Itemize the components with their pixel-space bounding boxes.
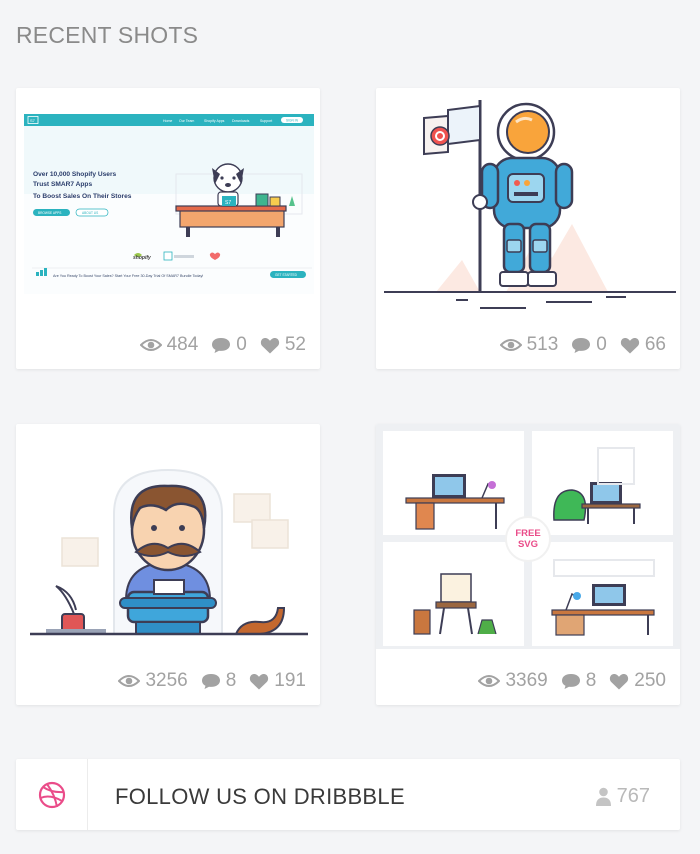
shot-stats: 513 0 66 xyxy=(487,333,666,357)
shot-card[interactable]: 513 0 66 xyxy=(376,88,680,369)
badge-line: SVG xyxy=(518,539,538,550)
user-icon xyxy=(595,787,611,806)
dribbble-icon xyxy=(38,781,65,808)
shot-stats: 484 0 52 xyxy=(127,333,306,357)
views-count: 3256 xyxy=(145,670,188,691)
comment-icon xyxy=(561,673,580,689)
comments-stat: 8 xyxy=(201,670,237,692)
preview-headline: Trust SMAR7 Apps xyxy=(33,181,92,188)
dog-badge: S7 xyxy=(225,200,231,206)
preview-nav-item: Shopify Apps xyxy=(204,119,225,123)
comments-count: 8 xyxy=(585,670,597,691)
comments-stat: 8 xyxy=(561,670,597,692)
comments-count: 8 xyxy=(225,670,237,691)
shot-thumbnail[interactable] xyxy=(16,424,320,649)
preview-get-started: GET STARTED xyxy=(275,273,298,277)
eye-icon xyxy=(478,675,501,687)
shot-thumbnail[interactable] xyxy=(376,88,680,313)
views-stat: 513 xyxy=(499,334,559,356)
eye-icon xyxy=(499,339,522,351)
views-count: 513 xyxy=(526,334,559,355)
follow-dribbble-bar[interactable]: FOLLOW US ON DRIBBBLE 767 xyxy=(16,759,680,830)
follow-icon-box xyxy=(16,759,88,830)
shot-card[interactable]: 3256 8 191 xyxy=(16,424,320,705)
preview-signin: SIGN IN xyxy=(286,119,299,123)
heart-icon xyxy=(620,337,639,353)
astronaut-illustration xyxy=(384,100,676,309)
likes-stat: 191 xyxy=(249,670,306,692)
comments-stat: 0 xyxy=(211,334,247,356)
comments-count: 0 xyxy=(596,334,607,355)
follower-count-value: 767 xyxy=(616,785,650,807)
comment-icon xyxy=(572,337,591,353)
views-stat: 484 xyxy=(139,334,199,356)
likes-stat: 52 xyxy=(260,334,306,356)
follower-count: 767 xyxy=(595,785,650,808)
preview-nav-item: Our Team xyxy=(179,119,194,123)
heart-icon xyxy=(250,673,269,689)
views-count: 3369 xyxy=(505,670,548,691)
preview-shopify-logo: shopify xyxy=(133,255,151,261)
comment-icon xyxy=(201,673,220,689)
writer-illustration xyxy=(30,468,308,636)
heart-icon xyxy=(610,673,629,689)
badge-line: FREE xyxy=(515,528,540,539)
preview-nav-item: Support xyxy=(260,119,272,123)
likes-stat: 66 xyxy=(620,334,666,356)
shot-card[interactable]: FREE SVG 3369 8 250 xyxy=(376,424,680,705)
preview-button: BROWSE APPS xyxy=(38,211,61,215)
preview-promo-text: Are You Ready To Boost Your Sales? Start… xyxy=(53,274,203,278)
comment-icon xyxy=(212,337,231,353)
likes-count: 250 xyxy=(634,670,666,691)
views-count: 484 xyxy=(166,334,199,355)
shot-stats: 3256 8 191 xyxy=(105,669,306,693)
heart-icon xyxy=(260,337,279,353)
eye-icon xyxy=(118,675,141,687)
likes-count: 66 xyxy=(644,334,666,355)
comments-count: 0 xyxy=(236,334,247,355)
likes-count: 52 xyxy=(284,334,306,355)
shot-thumbnail[interactable]: FREE SVG xyxy=(376,424,680,649)
shot-stats: 3369 8 250 xyxy=(465,669,666,693)
preview-button: ABOUT US xyxy=(82,211,98,215)
preview-nav-item: Home xyxy=(163,119,172,123)
shot-thumbnail[interactable]: S7 Home Our Team Shopify Apps Downloads … xyxy=(16,88,320,313)
comments-stat: 0 xyxy=(571,334,607,356)
shot-card[interactable]: S7 Home Our Team Shopify Apps Downloads … xyxy=(16,88,320,369)
likes-count: 191 xyxy=(274,670,306,691)
section-heading: RECENT SHOTS xyxy=(16,22,199,48)
follow-label[interactable]: FOLLOW US ON DRIBBBLE xyxy=(115,784,405,810)
preview-headline: To Boost Sales On Their Stores xyxy=(33,193,132,200)
preview-headline: Over 10,000 Shopify Users xyxy=(33,171,117,178)
preview-badge: S7 xyxy=(30,118,36,123)
likes-stat: 250 xyxy=(609,670,666,692)
views-stat: 3369 xyxy=(478,670,548,692)
preview-nav-item: Downloads xyxy=(232,119,250,123)
eye-icon xyxy=(139,339,162,351)
views-stat: 3256 xyxy=(118,670,188,692)
